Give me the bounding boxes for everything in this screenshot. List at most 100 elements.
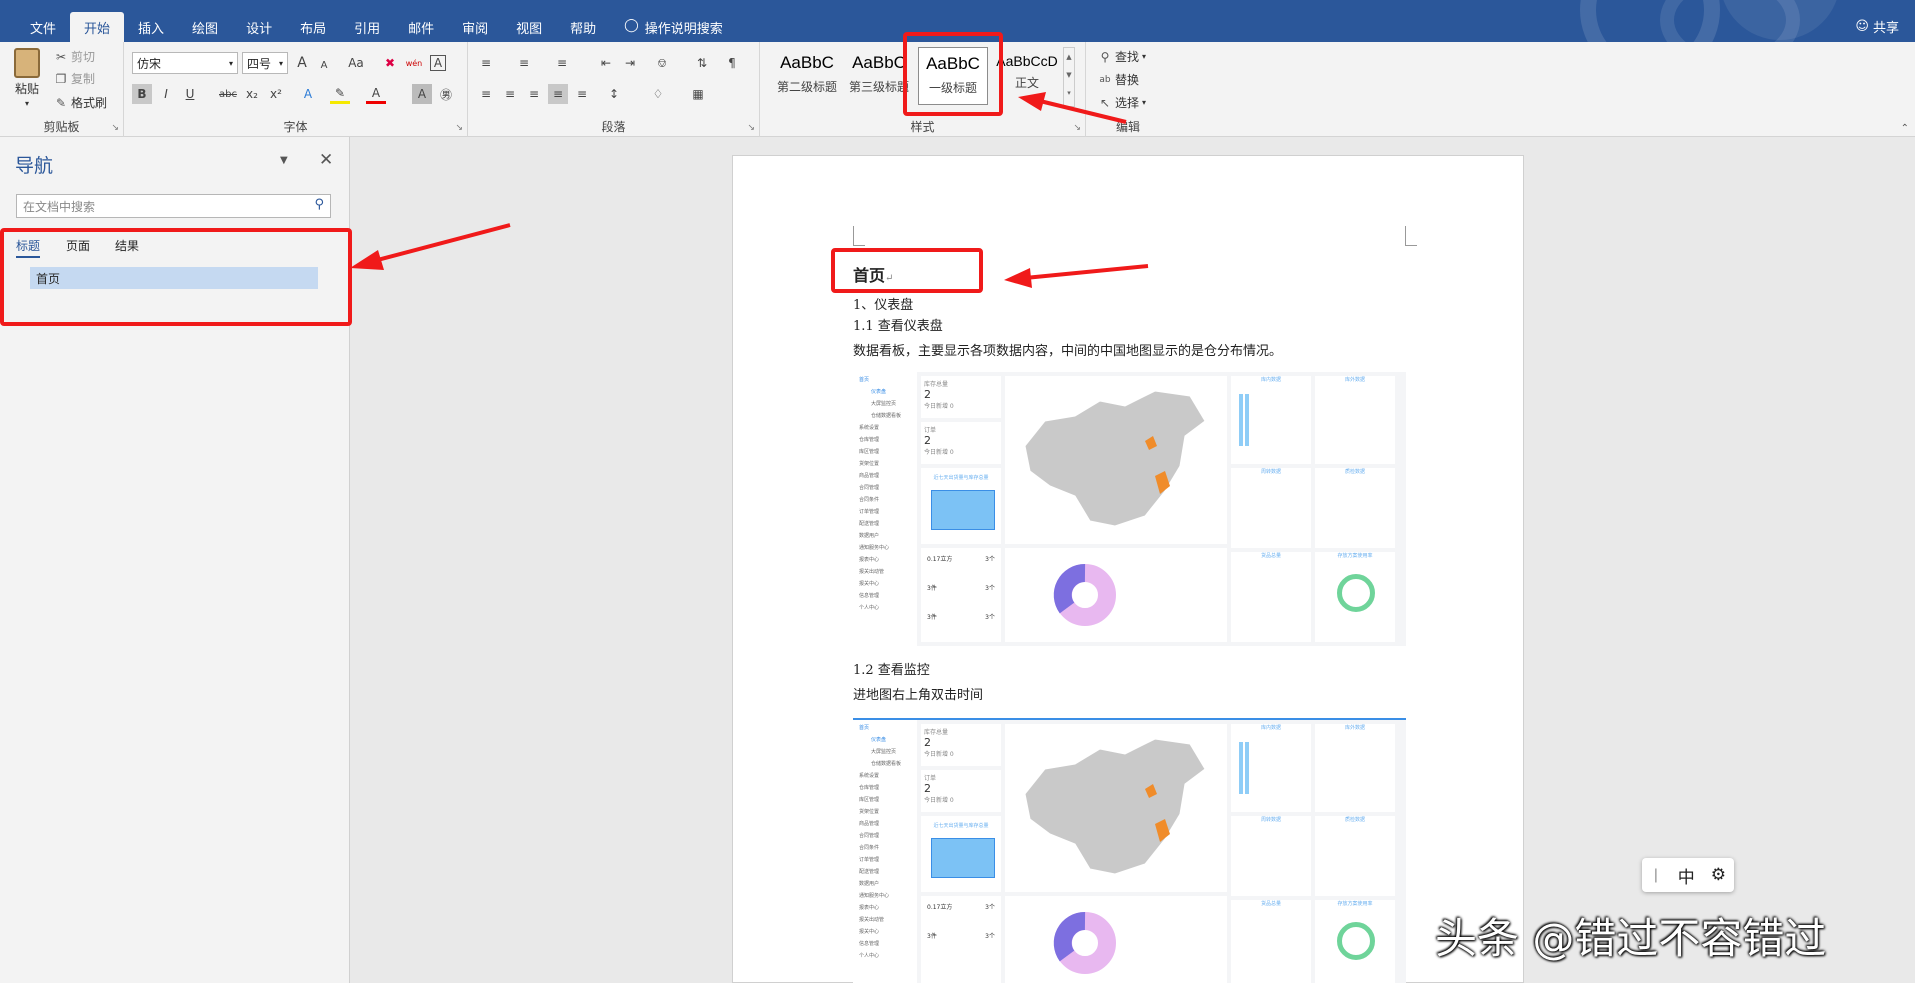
dialog-launcher-icon[interactable]: ↘: [455, 123, 463, 133]
doc-line-dashboard[interactable]: 1、仪表盘: [853, 294, 913, 313]
screenshot-card: 库存总量 2 今日新增 0: [921, 376, 1001, 418]
highlight-button[interactable]: ✎: [330, 84, 350, 104]
nav-options-icon[interactable]: ▼: [280, 155, 288, 166]
style-heading-2[interactable]: AaBbC 第二级标题: [772, 47, 842, 105]
select-button[interactable]: ↖ 选择 ▾: [1098, 94, 1146, 111]
map-shape: [1024, 738, 1206, 875]
align-left-button[interactable]: ≡: [476, 84, 496, 104]
panel-title: 存放方案使用率: [1337, 553, 1373, 559]
show-marks-button[interactable]: ¶: [722, 53, 742, 73]
font-name-select[interactable]: 仿宋 ▾: [132, 52, 238, 74]
char-shading-button[interactable]: A: [412, 84, 432, 104]
distributed-button[interactable]: ≡: [572, 84, 592, 104]
screenshot-china-map: [1005, 376, 1227, 544]
copy-button[interactable]: ❐ 复制: [54, 70, 95, 87]
format-painter-button[interactable]: ✎ 格式刷: [54, 94, 107, 111]
multilevel-list-button[interactable]: ≡: [552, 53, 572, 73]
bold-button[interactable]: B: [132, 84, 152, 104]
shrink-font-button[interactable]: A: [314, 55, 334, 75]
card-label: 订单: [924, 427, 937, 434]
tab-home[interactable]: 开始: [70, 12, 125, 42]
margin-mark: [1405, 226, 1417, 246]
cut-button[interactable]: ✂ 剪切: [54, 48, 95, 65]
tell-me-search[interactable]: ◯ 操作说明搜索: [610, 12, 737, 42]
tab-references[interactable]: 引用: [340, 12, 394, 42]
paste-label: 粘贴: [14, 82, 39, 96]
line-text: 数据看板，主要显示各项数据内容，中间的中国地图显示的是仓分布情况。: [853, 344, 1283, 359]
tab-file[interactable]: 文件: [16, 12, 70, 42]
enclose-char-button[interactable]: ㊚: [436, 84, 456, 104]
screenshot-menu-item: 仓储数据看板: [871, 413, 902, 419]
tab-layout[interactable]: 布局: [286, 12, 340, 42]
phonetic-guide-button[interactable]: wén: [404, 53, 424, 73]
ime-toolbar[interactable]: ❘ 中 ⚙: [1642, 858, 1734, 892]
align-center-button[interactable]: ≡: [500, 84, 520, 104]
tab-design[interactable]: 设计: [232, 12, 286, 42]
dialog-launcher-icon[interactable]: ↘: [747, 123, 755, 133]
close-icon[interactable]: ✕: [319, 150, 333, 170]
replace-button[interactable]: ab 替换: [1098, 71, 1139, 88]
collapse-ribbon-icon[interactable]: ⌃: [1901, 123, 1909, 134]
clipboard-icon: [14, 48, 40, 78]
dialog-launcher-icon[interactable]: ↘: [1073, 123, 1081, 133]
chevron-down-icon: ▾: [1142, 98, 1147, 107]
italic-button[interactable]: I: [156, 84, 176, 104]
dialog-launcher-icon[interactable]: ↘: [111, 123, 119, 133]
annotation-box: [903, 32, 1003, 116]
bullets-button[interactable]: ≡: [476, 53, 496, 73]
paste-button[interactable]: 粘贴 ▾: [14, 48, 40, 108]
decrease-indent-button[interactable]: ⇤: [596, 53, 616, 73]
stat-value: 3个: [985, 585, 995, 592]
tab-draw[interactable]: 绘图: [178, 12, 232, 42]
screenshot-menu-item: 数据用户: [859, 533, 880, 539]
doc-paragraph-desc[interactable]: 数据看板，主要显示各项数据内容，中间的中国地图显示的是仓分布情况。: [853, 340, 1282, 359]
font-color-button[interactable]: A: [366, 84, 386, 104]
share-button[interactable]: ☺ 共享: [1855, 17, 1899, 36]
grow-font-button[interactable]: A: [292, 53, 312, 73]
screenshot-menu-item: 报关出动管: [859, 569, 885, 575]
screenshot-menu-item: 商品管理: [859, 473, 880, 479]
superscript-icon: x²: [270, 87, 282, 101]
nav-search-input[interactable]: 在文档中搜索 ⚲: [16, 194, 331, 218]
sort-button[interactable]: ⇅: [692, 53, 712, 73]
screenshot-menu-item: 仓储数据看板: [871, 761, 902, 767]
search-icon[interactable]: ⚲: [314, 197, 324, 212]
ime-mode-toggle[interactable]: 中: [1678, 863, 1695, 888]
pie-label: 货品占比: [1075, 591, 1091, 596]
strikethrough-button[interactable]: abc: [216, 84, 240, 104]
gear-icon[interactable]: ⚙: [1711, 865, 1726, 885]
styles-scroll[interactable]: ▲ ▼ ▾: [1063, 47, 1075, 107]
tab-mailings[interactable]: 邮件: [394, 12, 448, 42]
underline-button[interactable]: U: [180, 84, 200, 104]
change-case-icon: Aa: [348, 56, 364, 70]
font-group: 仿宋 ▾ 四号 ▾ A A Aa ✖ wén A B I U abc x₂ x² A…: [124, 42, 468, 137]
change-case-button[interactable]: Aa: [342, 53, 370, 73]
doc-line-view-dashboard[interactable]: 1.1 查看仪表盘: [853, 315, 943, 334]
superscript-button[interactable]: x²: [266, 84, 286, 104]
find-button[interactable]: ⚲ 查找 ▾: [1098, 48, 1146, 65]
chinese-layout-button[interactable]: ⎊: [652, 53, 672, 73]
tab-view[interactable]: 视图: [502, 12, 556, 42]
screenshot-right-panel: 质检数据: [1315, 816, 1395, 896]
brush-icon: ✎: [55, 95, 67, 110]
numbering-button[interactable]: ≡: [514, 53, 534, 73]
clear-format-button[interactable]: ✖: [380, 53, 400, 73]
doc-paragraph-monitor[interactable]: 进地图右上角双击时间: [853, 684, 983, 703]
increase-indent-button[interactable]: ⇥: [620, 53, 640, 73]
tab-insert[interactable]: 插入: [124, 12, 178, 42]
text-effects-button[interactable]: A: [298, 84, 318, 104]
stat-value: 3件: [927, 614, 937, 621]
tab-review[interactable]: 审阅: [448, 12, 502, 42]
doc-line-view-monitor[interactable]: 1.2 查看监控: [853, 659, 930, 678]
tab-help[interactable]: 帮助: [556, 12, 610, 42]
borders-button[interactable]: ▦: [688, 84, 708, 104]
align-right-button[interactable]: ≡: [524, 84, 544, 104]
font-size-select[interactable]: 四号 ▾: [242, 52, 288, 74]
subscript-button[interactable]: x₂: [242, 84, 262, 104]
screenshot-card: 订单 2 今日新增 0: [921, 422, 1001, 464]
shading-button[interactable]: ♢: [648, 84, 668, 104]
screenshot-menu-item: 配送管理: [859, 869, 880, 875]
char-border-button[interactable]: A: [430, 55, 446, 71]
line-spacing-button[interactable]: ↕: [604, 84, 624, 104]
justify-button[interactable]: ≡: [548, 84, 568, 104]
